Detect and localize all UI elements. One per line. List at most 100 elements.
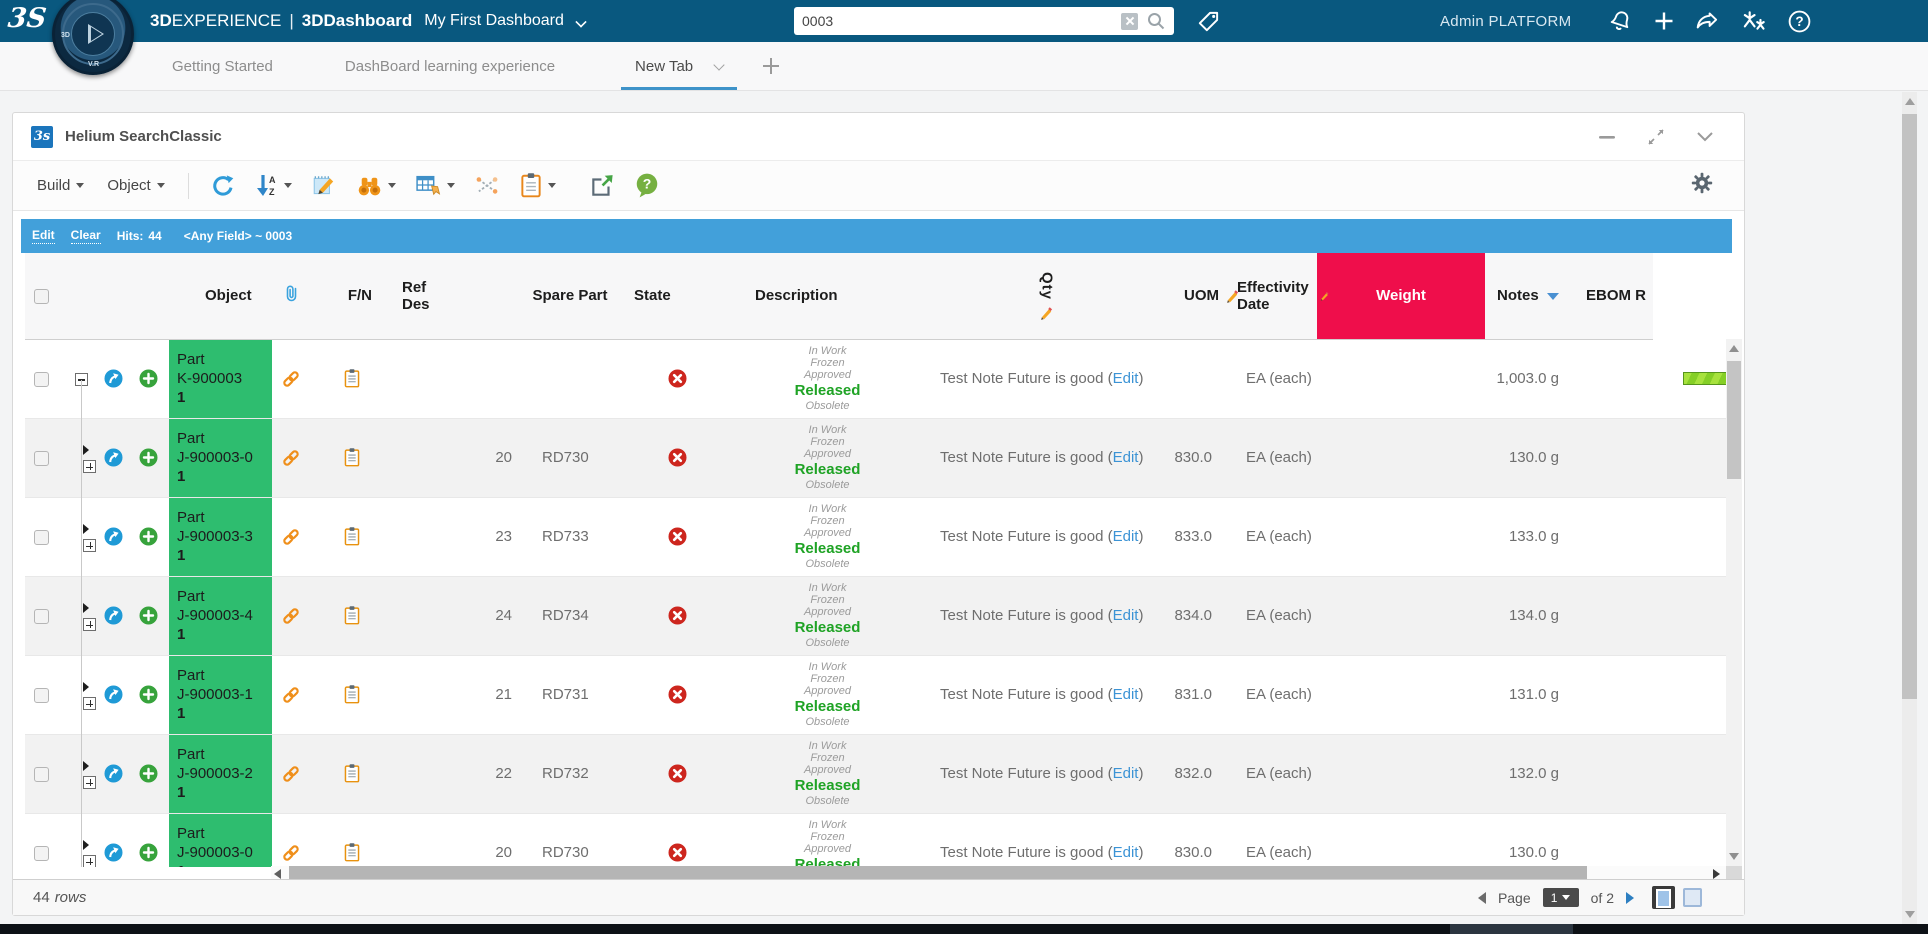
page-scroll-thumb[interactable] [1902, 114, 1917, 699]
clipboard-icon[interactable] [343, 368, 361, 389]
select-all-checkbox[interactable] [34, 289, 49, 304]
vertical-scroll-thumb[interactable] [1727, 361, 1741, 479]
help-button[interactable]: ? [628, 168, 666, 203]
clipboard-button[interactable] [513, 168, 562, 203]
fn-column-header[interactable]: F/N [310, 253, 380, 339]
part-name[interactable]: J-900003-4 [177, 606, 264, 625]
expand-arrow-icon[interactable] [83, 682, 89, 692]
maximize-icon[interactable] [1646, 127, 1666, 147]
clipboard-icon[interactable] [343, 684, 361, 705]
table-view-icon[interactable] [1652, 886, 1675, 909]
add-child-icon[interactable] [139, 448, 158, 467]
where-used-icon[interactable] [104, 448, 123, 467]
link-icon[interactable] [280, 605, 302, 627]
expand-arrow-icon[interactable] [83, 524, 89, 534]
description-edit-link[interactable]: Edit [1113, 370, 1139, 387]
search-clear-icon[interactable] [1121, 13, 1138, 30]
notes-column-header[interactable]: Notes [1485, 253, 1571, 339]
row-checkbox[interactable] [34, 846, 49, 861]
compare-button[interactable] [468, 169, 506, 203]
where-used-icon[interactable] [104, 843, 123, 862]
share-icon[interactable] [1695, 8, 1721, 34]
tab-getting-started[interactable]: Getting Started [168, 42, 277, 90]
add-child-icon[interactable] [139, 843, 158, 862]
communities-user-icon[interactable] [1740, 8, 1768, 34]
compact-view-icon[interactable] [1683, 888, 1702, 907]
find-button[interactable] [350, 169, 402, 203]
edit-pencil-icon[interactable] [1040, 306, 1054, 320]
add-child-icon[interactable] [139, 685, 158, 704]
qty-column-header[interactable]: Qty [920, 253, 1160, 339]
object-menu[interactable]: Object [99, 171, 172, 200]
spare-part-column-header[interactable]: Spare Part [520, 253, 620, 339]
link-icon[interactable] [280, 763, 302, 785]
where-used-icon[interactable] [104, 527, 123, 546]
object-cell[interactable]: PartK-9000031 [169, 340, 272, 419]
edit-button[interactable] [305, 169, 343, 203]
minimize-icon[interactable] [1598, 128, 1616, 146]
clipboard-icon[interactable] [343, 763, 361, 784]
filter-edit-link[interactable]: Edit [32, 228, 55, 244]
scroll-down-arrow-icon[interactable] [1729, 853, 1739, 860]
where-used-icon[interactable] [104, 764, 123, 783]
tab-new-tab[interactable]: New Tab [631, 42, 697, 90]
notes-filter-caret-icon[interactable] [1547, 293, 1559, 300]
state-column-header[interactable]: State [620, 253, 735, 339]
column-select-button[interactable] [409, 169, 461, 203]
link-icon[interactable] [280, 368, 302, 390]
search-input[interactable] [802, 13, 1121, 29]
export-button[interactable] [583, 169, 621, 203]
attachment-column-header[interactable] [272, 253, 310, 339]
link-icon[interactable] [280, 447, 302, 469]
add-child-icon[interactable] [139, 606, 158, 625]
effectivity-column-header[interactable]: Effectivity Date [1222, 253, 1317, 339]
description-edit-link[interactable]: Edit [1113, 607, 1139, 624]
collapse-chevron-icon[interactable] [1696, 131, 1714, 143]
dashboard-name[interactable]: My First Dashboard [424, 12, 564, 30]
expand-node-icon[interactable] [83, 539, 96, 552]
expand-node-icon[interactable] [83, 460, 96, 473]
link-icon[interactable] [280, 842, 302, 864]
description-edit-link[interactable]: Edit [1113, 686, 1139, 703]
notifications-bell-icon[interactable] [1608, 9, 1633, 34]
user-menu[interactable]: Admin PLATFORM [1440, 0, 1571, 42]
page-select[interactable]: 1 [1543, 888, 1579, 907]
expand-arrow-icon[interactable] [83, 603, 89, 613]
uom-column-header[interactable]: UOM [1160, 253, 1222, 339]
expand-node-icon[interactable] [83, 776, 96, 789]
previous-page-icon[interactable] [1478, 892, 1486, 904]
object-column-header[interactable]: Object [169, 253, 272, 339]
row-checkbox[interactable] [34, 530, 49, 545]
description-edit-link[interactable]: Edit [1113, 844, 1139, 861]
where-used-icon[interactable] [104, 369, 123, 388]
settings-button[interactable] [1690, 171, 1728, 200]
part-name[interactable]: J-900003-0 [177, 448, 264, 467]
object-cell[interactable]: PartJ-900003-31 [169, 497, 272, 576]
description-column-header[interactable]: Description [735, 253, 920, 339]
expand-arrow-icon[interactable] [83, 840, 89, 850]
description-edit-link[interactable]: Edit [1113, 449, 1139, 466]
expand-node-icon[interactable] [83, 855, 96, 866]
tab-dashboard-learning[interactable]: DashBoard learning experience [341, 42, 559, 90]
sort-button[interactable]: AZ [249, 169, 298, 203]
next-page-icon[interactable] [1626, 892, 1634, 904]
refresh-button[interactable] [204, 169, 242, 203]
expand-arrow-icon[interactable] [83, 761, 89, 771]
scroll-left-arrow-icon[interactable] [274, 869, 281, 879]
part-name[interactable]: J-900003-3 [177, 527, 264, 546]
part-name[interactable]: K-900003 [177, 369, 264, 388]
edit-pencil-icon[interactable] [1320, 289, 1330, 303]
link-icon[interactable] [280, 684, 302, 706]
tab-options-chevron-icon[interactable] [713, 60, 725, 72]
row-checkbox[interactable] [34, 451, 49, 466]
description-edit-link[interactable]: Edit [1113, 528, 1139, 545]
clipboard-icon[interactable] [343, 447, 361, 468]
row-checkbox[interactable] [34, 372, 49, 387]
row-checkbox[interactable] [34, 609, 49, 624]
page-scroll-down-icon[interactable] [1905, 911, 1915, 918]
object-cell[interactable]: PartJ-900003-21 [169, 734, 272, 813]
scroll-up-arrow-icon[interactable] [1729, 345, 1739, 352]
add-child-icon[interactable] [139, 369, 158, 388]
clipboard-icon[interactable] [343, 605, 361, 626]
part-name[interactable]: J-900003-0 [177, 843, 264, 862]
